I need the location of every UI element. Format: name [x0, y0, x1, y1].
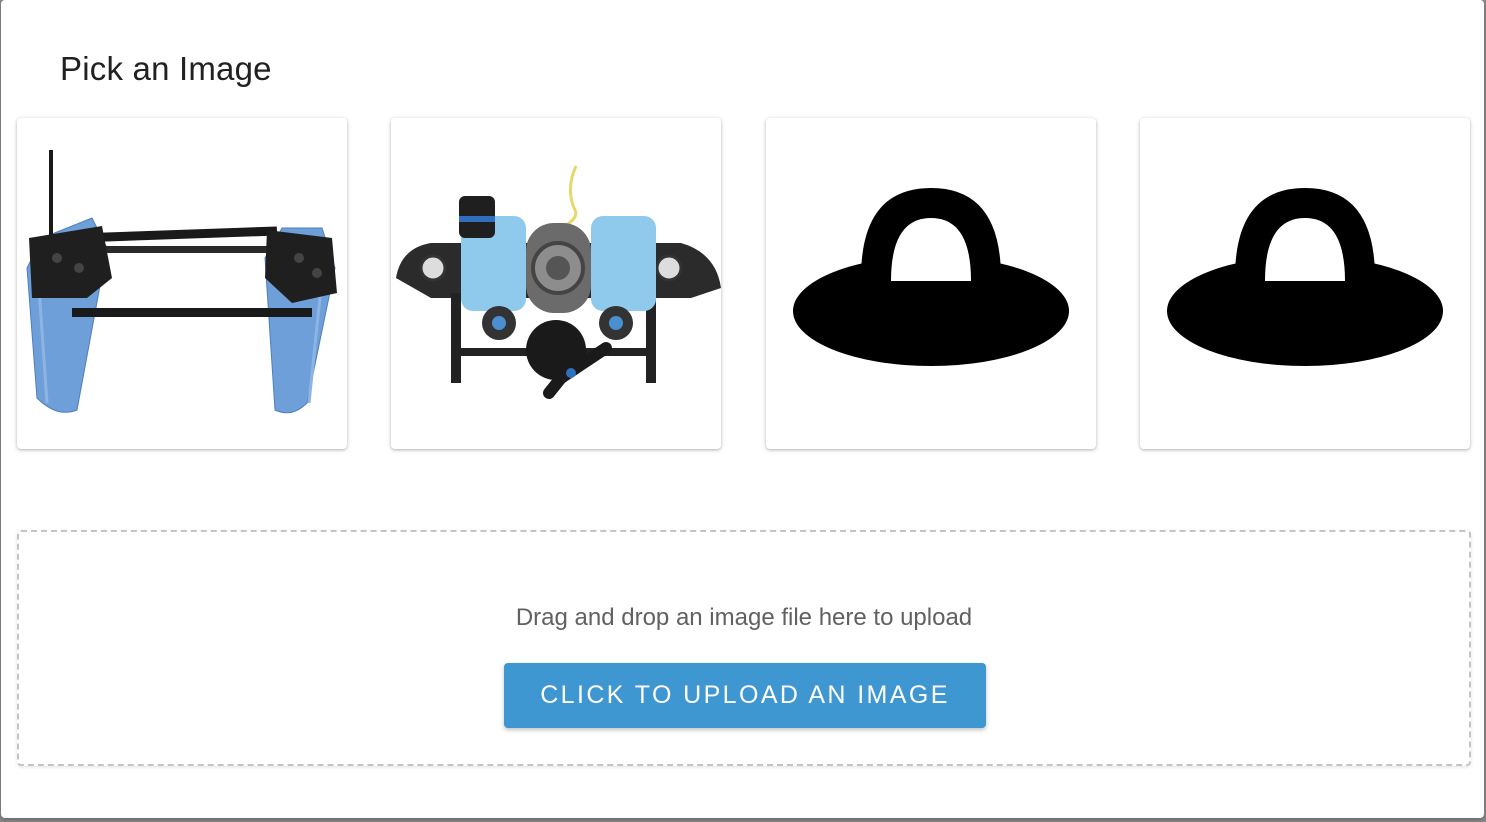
image-option-hat-1[interactable]	[766, 118, 1096, 449]
dropzone-hint: Drag and drop an image file here to uplo…	[515, 604, 973, 631]
upload-dropzone[interactable]: Drag and drop an image file here to uplo…	[17, 530, 1471, 766]
image-picker-dialog: Pick an Image Drag and drop an image fil…	[1, 0, 1484, 818]
image-option-catamaran[interactable]	[17, 118, 347, 449]
image-option-rov[interactable]	[391, 118, 721, 449]
dialog-title: Pick an Image	[60, 50, 272, 87]
catamaran-boat-icon	[26, 150, 337, 414]
hat-icon	[793, 188, 1069, 366]
hat-icon	[1167, 188, 1443, 366]
underwater-rov-icon	[396, 165, 721, 399]
image-option-hat-2[interactable]	[1140, 118, 1470, 449]
upload-image-button[interactable]: CLICK TO UPLOAD AN IMAGE	[504, 663, 986, 728]
